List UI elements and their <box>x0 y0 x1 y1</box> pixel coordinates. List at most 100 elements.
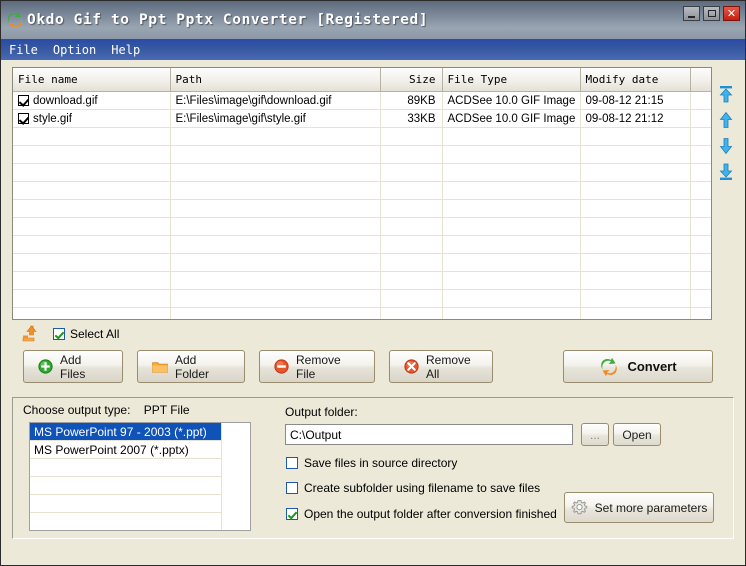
table-row[interactable]: style.gif E:\Files\image\gif\style.gif 3… <box>13 109 711 128</box>
empty-row <box>13 271 711 290</box>
empty-row <box>13 217 711 236</box>
browse-folder-button[interactable]: ... <box>581 423 609 446</box>
window-title: Okdo Gif to Ppt Pptx Converter [Register… <box>27 12 429 28</box>
empty-row <box>13 289 711 308</box>
cell-empty <box>380 217 443 236</box>
cell-empty <box>170 271 381 290</box>
close-button[interactable]: ✕ <box>723 6 740 21</box>
select-all-row: Select All <box>21 325 119 343</box>
add-folder-button[interactable]: Add Folder <box>137 350 245 383</box>
open-after-conversion-row[interactable]: Open the output folder after conversion … <box>286 507 557 521</box>
table-row[interactable]: download.gif E:\Files\image\gif\download… <box>13 91 711 110</box>
row-checkbox[interactable] <box>18 112 29 124</box>
cell-empty <box>690 271 711 290</box>
cell-spacer <box>690 109 711 128</box>
up-folder-icon[interactable] <box>21 325 41 343</box>
cell-empty <box>380 253 443 272</box>
cell-filetype: ACDSee 10.0 GIF Image <box>442 91 581 110</box>
cell-empty <box>13 235 171 254</box>
remove-file-button[interactable]: Remove File <box>259 350 375 383</box>
remove-all-label: Remove All <box>426 352 471 381</box>
move-to-top-icon[interactable] <box>717 85 735 103</box>
save-in-source-checkbox[interactable] <box>286 457 298 469</box>
output-type-option-ppt[interactable]: MS PowerPoint 97 - 2003 (*.ppt) <box>30 423 222 441</box>
output-type-empty-row <box>30 477 222 495</box>
cell-empty <box>580 145 691 164</box>
minimize-button[interactable] <box>683 6 700 21</box>
output-type-list[interactable]: MS PowerPoint 97 - 2003 (*.ppt) MS Power… <box>29 422 251 531</box>
cell-empty <box>13 181 171 200</box>
column-header-modifydate[interactable]: Modify date <box>580 68 691 92</box>
cell-empty <box>13 307 171 319</box>
column-header-filename[interactable]: File name <box>13 68 171 92</box>
output-type-option-pptx[interactable]: MS PowerPoint 2007 (*.pptx) <box>30 441 222 459</box>
select-all-label: Select All <box>70 327 120 341</box>
open-after-conversion-checkbox[interactable] <box>286 508 298 520</box>
create-subfolder-checkbox[interactable] <box>286 482 298 494</box>
empty-row <box>13 307 711 319</box>
menu-item-file[interactable]: File <box>9 43 38 57</box>
column-header-path[interactable]: Path <box>170 68 381 92</box>
cell-empty <box>690 289 711 308</box>
save-in-source-row[interactable]: Save files in source directory <box>286 456 457 470</box>
cell-empty <box>380 181 443 200</box>
column-header-size[interactable]: Size <box>380 68 443 92</box>
cell-empty <box>170 253 381 272</box>
open-folder-button[interactable]: Open <box>613 423 661 446</box>
cell-spacer <box>690 91 711 110</box>
save-in-source-label: Save files in source directory <box>304 456 458 470</box>
create-subfolder-row[interactable]: Create subfolder using filename to save … <box>286 481 540 495</box>
cell-empty <box>690 127 711 146</box>
cell-empty <box>13 217 171 236</box>
maximize-icon <box>707 10 716 17</box>
empty-row <box>13 199 711 218</box>
move-down-icon[interactable] <box>717 137 735 155</box>
cell-empty <box>442 289 581 308</box>
cell-filename[interactable]: style.gif <box>13 109 171 128</box>
cell-empty <box>442 127 581 146</box>
cell-empty <box>690 145 711 164</box>
cell-empty <box>380 271 443 290</box>
cell-size: 33KB <box>380 109 443 128</box>
output-folder-input[interactable]: C:\Output <box>285 424 573 445</box>
add-folder-label: Add Folder <box>175 352 210 381</box>
remove-all-button[interactable]: Remove All <box>389 350 493 383</box>
cell-path: E:\Files\image\gif\style.gif <box>170 109 381 128</box>
create-subfolder-label: Create subfolder using filename to save … <box>304 481 541 495</box>
cell-empty <box>580 235 691 254</box>
menu-item-option[interactable]: Option <box>53 43 96 57</box>
cell-empty <box>380 145 443 164</box>
cell-empty <box>442 307 581 319</box>
empty-row <box>13 235 711 254</box>
cell-empty <box>380 289 443 308</box>
cell-empty <box>13 163 171 182</box>
cell-empty <box>690 253 711 272</box>
cell-empty <box>13 289 171 308</box>
cell-empty <box>170 217 381 236</box>
column-header-filetype[interactable]: File Type <box>442 68 581 92</box>
convert-button[interactable]: Convert <box>563 350 713 383</box>
empty-row <box>13 253 711 272</box>
add-files-button[interactable]: Add Files <box>23 350 123 383</box>
menu-item-help[interactable]: Help <box>111 43 140 57</box>
cell-empty <box>442 181 581 200</box>
file-list-table: File name Path Size File Type Modify dat… <box>13 68 711 319</box>
output-type-empty-row <box>30 495 222 513</box>
set-more-parameters-button[interactable]: Set more parameters <box>564 492 714 523</box>
maximize-button[interactable] <box>703 6 720 21</box>
cell-filename[interactable]: download.gif <box>13 91 171 110</box>
select-all-checkbox[interactable] <box>53 328 65 340</box>
file-list[interactable]: File name Path Size File Type Modify dat… <box>12 67 712 320</box>
cell-empty <box>690 307 711 319</box>
cell-empty <box>580 199 691 218</box>
row-checkbox[interactable] <box>18 94 29 106</box>
move-up-icon[interactable] <box>717 111 735 129</box>
remove-file-label: Remove File <box>296 352 341 381</box>
cell-empty <box>690 181 711 200</box>
move-to-bottom-icon[interactable] <box>717 163 735 181</box>
cell-empty <box>442 145 581 164</box>
cell-empty <box>690 163 711 182</box>
column-header-spacer <box>690 68 711 92</box>
cell-empty <box>170 289 381 308</box>
application-window: Okdo Gif to Ppt Pptx Converter [Register… <box>0 0 746 566</box>
